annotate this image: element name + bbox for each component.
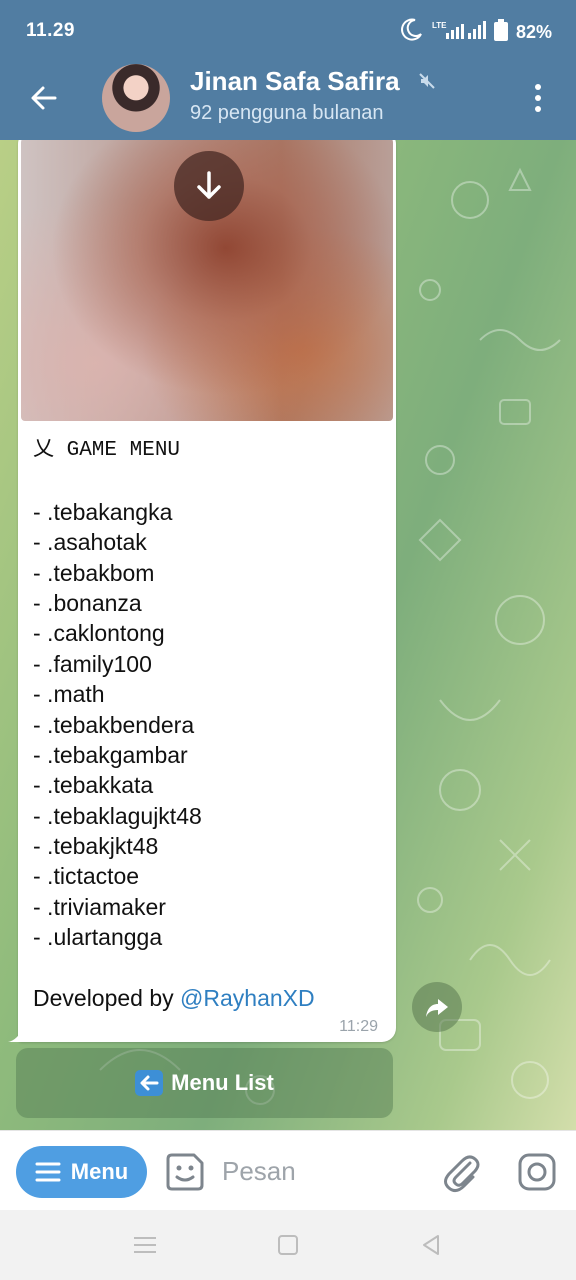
menu-list-label: Menu List [171,1070,274,1095]
left-arrow-emoji-icon [135,1070,164,1096]
menu-item: - .triviamaker [33,893,166,920]
status-icons: LTE 82% [398,18,552,46]
menu-list-keyboard-button[interactable]: Menu List [16,1048,393,1118]
menu-item: - .caklontong [33,620,165,647]
developed-by-text: Developed by [33,985,181,1012]
recent-apps-icon[interactable] [130,1230,160,1260]
chat-area[interactable]: 乂 GAME MENU - .tebakangka - .asahotak - … [0,140,576,1130]
developer-line: Developed by @RayhanXD [33,983,383,1013]
download-button[interactable] [174,151,244,221]
svg-text:LTE: LTE [432,21,447,30]
back-arrow-icon [31,86,57,110]
menu-item: - .tebakbendera [33,711,195,738]
media-photo[interactable] [21,140,393,421]
input-bar: Menu [0,1130,576,1210]
chat-header: Jinan Safa Safira 92 pengguna bulanan [0,56,576,140]
menu-item: - .tebakgambar [33,741,188,768]
menu-item: - .bonanza [33,589,142,616]
message-time: 11:29 [339,1018,378,1035]
status-time: 11.29 [26,20,75,41]
message-input[interactable] [222,1151,422,1191]
dot-icon [535,84,541,90]
menu-item: - .family100 [33,650,152,677]
system-navigation-bar [0,1210,576,1280]
message-text: 乂 GAME MENU - .tebakangka - .asahotak - … [33,436,383,1013]
sticker-icon[interactable] [164,1151,206,1193]
bot-menu-button[interactable]: Menu [16,1146,147,1198]
back-button[interactable] [22,76,66,120]
status-bar: 11.29 LTE 82% [0,0,576,56]
battery-percent: 82% [515,21,552,42]
chat-subtitle: 92 pengguna bulanan [190,102,384,124]
battery-icon [493,18,508,46]
menu-button-label: Menu [70,1159,129,1184]
menu-item: - .tebaklagujkt48 [33,802,202,829]
menu-item: - .tebakbom [33,559,155,586]
mention-link[interactable]: @RayhanXD [180,985,315,1011]
menu-item: - .tebakangka [33,498,173,525]
dot-icon [535,106,541,112]
menu-title: 乂 GAME MENU [33,439,181,462]
attach-icon[interactable] [440,1151,482,1193]
signal-icon: LTE [432,19,486,46]
menu-item: - .tictactoe [33,863,140,890]
back-nav-icon[interactable] [416,1230,446,1260]
menu-item: - .tebakjkt48 [33,833,159,860]
menu-item: - .ulartangga [33,924,163,951]
bubble-tail [8,1026,24,1042]
share-button[interactable] [412,982,462,1032]
hamburger-icon [35,1162,61,1182]
download-arrow-icon [197,171,221,199]
menu-item: - .math [33,681,105,708]
mute-icon [419,73,435,89]
menu-item: - .asahotak [33,529,147,556]
chat-title[interactable]: Jinan Safa Safira [190,66,400,97]
home-icon[interactable] [273,1230,303,1260]
dot-icon [535,95,541,101]
forward-icon [426,999,448,1017]
more-options-button[interactable] [522,78,554,118]
camera-icon[interactable] [516,1151,558,1193]
message-bubble[interactable]: 乂 GAME MENU - .tebakangka - .asahotak - … [18,140,396,1042]
avatar[interactable] [102,64,170,132]
moon-icon [398,17,424,48]
menu-item: - .tebakkata [33,772,154,799]
